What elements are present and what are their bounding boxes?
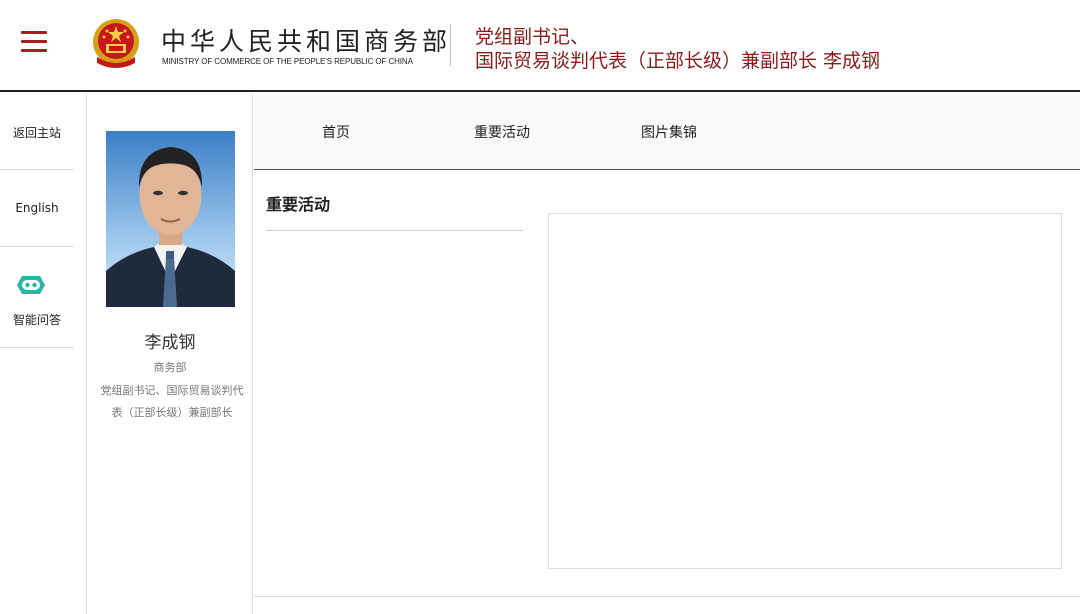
back-to-main-site-link[interactable]: 返回主站	[0, 124, 74, 141]
menu-icon[interactable]	[21, 31, 47, 53]
tool-sidebar: 返回主站 English 智能问答	[0, 94, 87, 614]
official-position: 党组副书记、国际贸易谈判代表（正部长级）兼副部长	[100, 384, 244, 419]
media-placeholder	[548, 213, 1062, 569]
nav-important-activities[interactable]: 重要活动	[474, 122, 530, 142]
divider	[0, 347, 74, 348]
official-portrait	[106, 131, 235, 307]
main-nav: 首页 重要活动 图片集锦	[254, 94, 1080, 170]
content-divider	[254, 596, 1080, 597]
national-emblem-icon	[93, 19, 139, 68]
official-title-line2: 国际贸易谈判代表（正部长级）兼副部长 李成钢	[475, 50, 881, 72]
official-organization: 商务部	[153, 361, 187, 374]
smart-qa-link[interactable]: 智能问答	[0, 311, 74, 328]
site-header: 中华人民共和国商务部 MINISTRY OF COMMERCE OF THE P…	[0, 0, 1080, 92]
nav-photo-gallery[interactable]: 图片集锦	[641, 122, 697, 142]
divider	[0, 246, 74, 247]
official-title-line1: 党组副书记、	[475, 26, 590, 48]
official-name: 李成钢	[144, 333, 196, 353]
section-divider	[266, 230, 523, 231]
english-link[interactable]: English	[0, 201, 74, 215]
chatbot-icon[interactable]	[13, 272, 49, 298]
profile-panel: 李成钢 商务部 党组副书记、国际贸易谈判代表（正部长级）兼副部长	[87, 94, 253, 614]
header-divider	[450, 24, 451, 66]
ministry-name-en[interactable]: MINISTRY OF COMMERCE OF THE PEOPLE'S REP…	[162, 57, 413, 66]
section-title: 重要活动	[266, 195, 331, 214]
divider	[0, 169, 74, 170]
nav-home[interactable]: 首页	[322, 122, 350, 142]
ministry-name-cn[interactable]: 中华人民共和国商务部	[161, 22, 451, 58]
